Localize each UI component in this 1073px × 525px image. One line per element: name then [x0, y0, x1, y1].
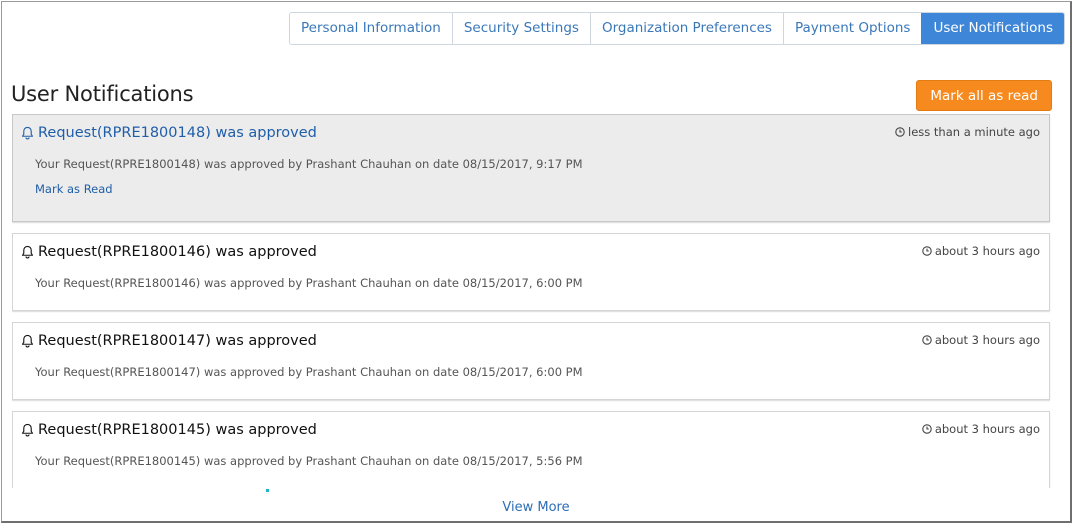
notification-title-text: Request(RPRE1800146) was approved [38, 244, 317, 260]
tab-organization-preferences[interactable]: Organization Preferences [589, 13, 783, 44]
notification-title[interactable]: Request(RPRE1800146) was approved [21, 244, 317, 260]
notification-title[interactable]: Request(RPRE1800147) was approved [21, 333, 317, 349]
notification-time: about 3 hours ago [922, 333, 1040, 347]
notification-time-text: about 3 hours ago [934, 333, 1040, 347]
notification-item[interactable]: Request(RPRE1800146) was approved about … [12, 233, 1050, 311]
notification-time: about 3 hours ago [922, 244, 1040, 258]
notification-time-text: about 3 hours ago [934, 244, 1040, 258]
clock-icon [922, 246, 932, 256]
notification-title-text: Request(RPRE1800148) was approved [38, 125, 317, 141]
notifications-panel: Personal Information Security Settings O… [1, 1, 1072, 523]
notification-time-text: less than a minute ago [908, 125, 1040, 139]
notification-title-text: Request(RPRE1800147) was approved [38, 333, 317, 349]
notification-item[interactable]: Request(RPRE1800145) was approved about … [12, 411, 1050, 488]
notification-body: Your Request(RPRE1800147) was approved b… [35, 365, 583, 379]
scroll-indicator [266, 489, 269, 492]
view-more-link[interactable]: View More [2, 500, 1070, 515]
notification-title-text: Request(RPRE1800145) was approved [38, 422, 317, 438]
notification-body: Your Request(RPRE1800148) was approved b… [35, 157, 583, 171]
settings-tabs: Personal Information Security Settings O… [289, 12, 1065, 45]
notification-item[interactable]: Request(RPRE1800147) was approved about … [12, 322, 1050, 400]
notification-title[interactable]: Request(RPRE1800148) was approved [21, 125, 317, 141]
notification-body: Your Request(RPRE1800146) was approved b… [35, 276, 583, 290]
clock-icon [922, 335, 932, 345]
clock-icon [922, 424, 932, 434]
notification-body: Your Request(RPRE1800145) was approved b… [35, 454, 583, 468]
mark-as-read-link[interactable]: Mark as Read [35, 182, 113, 196]
tab-user-notifications[interactable]: User Notifications [921, 13, 1064, 44]
notification-time: about 3 hours ago [922, 422, 1040, 436]
tab-security-settings[interactable]: Security Settings [451, 13, 590, 44]
notification-item[interactable]: Request(RPRE1800148) was approved less t… [12, 114, 1050, 222]
bell-icon [21, 334, 34, 348]
bell-icon [21, 423, 34, 437]
notification-title[interactable]: Request(RPRE1800145) was approved [21, 422, 317, 438]
page-title: User Notifications [11, 82, 194, 106]
bell-icon [21, 126, 34, 140]
mark-all-as-read-button[interactable]: Mark all as read [916, 80, 1052, 111]
tab-personal-information[interactable]: Personal Information [290, 13, 452, 44]
notification-time-text: about 3 hours ago [934, 422, 1040, 436]
notification-list: Request(RPRE1800148) was approved less t… [12, 114, 1052, 488]
clock-icon [895, 127, 905, 137]
notification-time: less than a minute ago [895, 125, 1040, 139]
tab-payment-options[interactable]: Payment Options [782, 13, 922, 44]
bell-icon [21, 245, 34, 259]
